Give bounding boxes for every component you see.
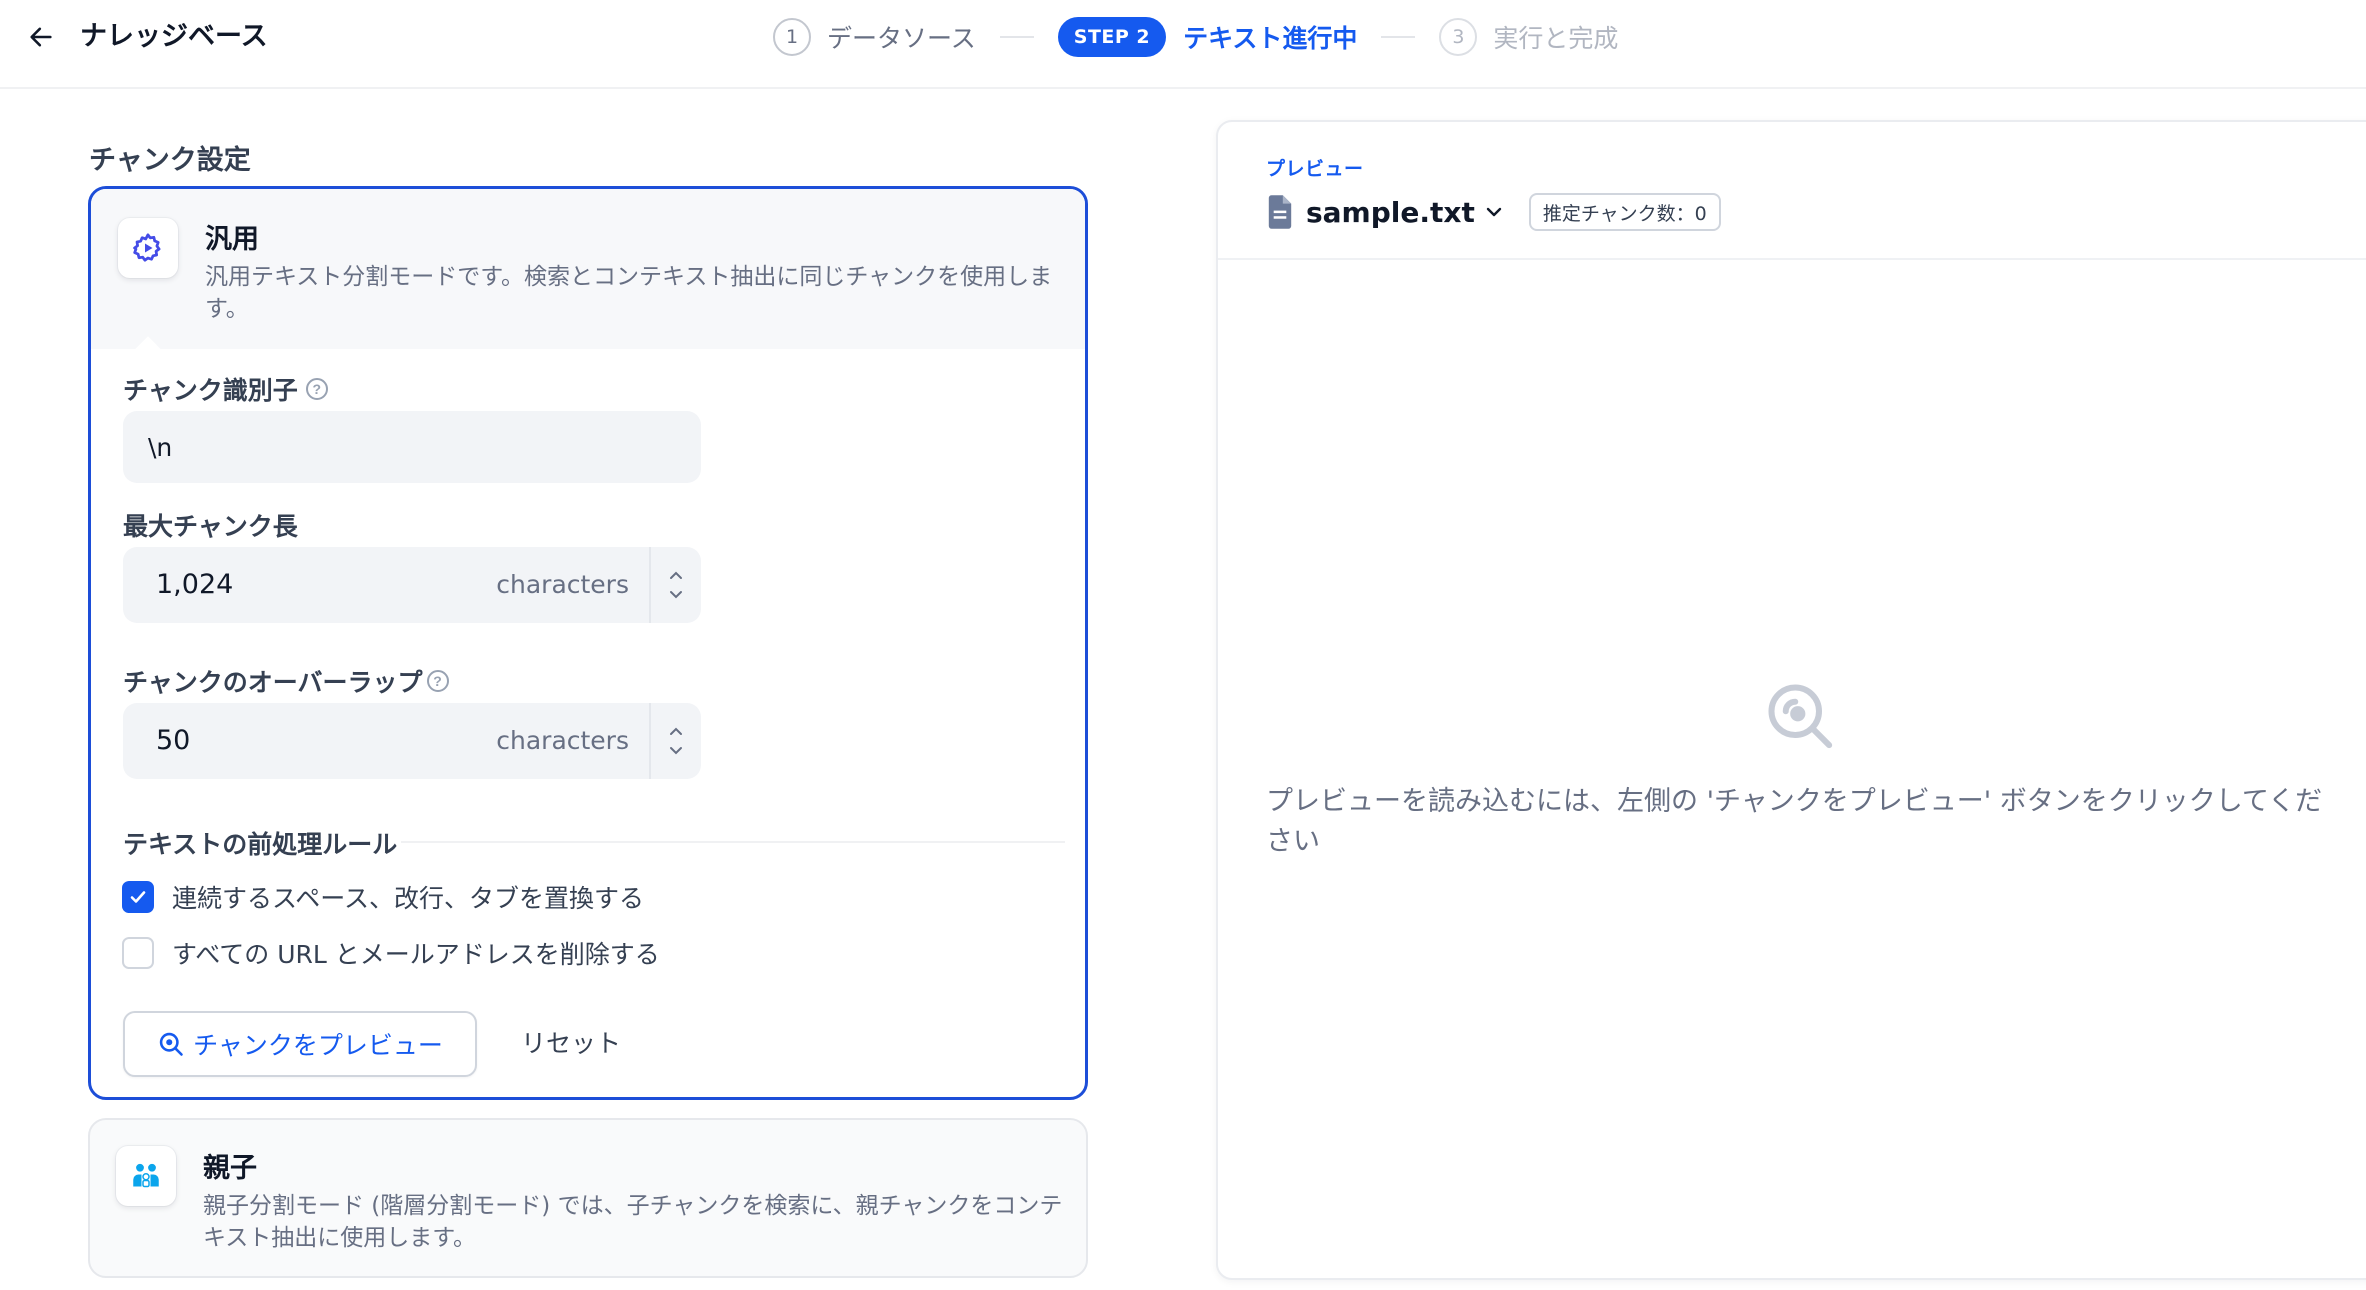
parent-child-mode-description: 親子分割モード (階層分割モード) では、子チャンクを検索に、親チャンクをコンテ…	[203, 1193, 1063, 1251]
search-icon	[1768, 684, 1833, 749]
document-icon	[1268, 195, 1292, 229]
preview-empty-message: プレビューを読み込むには、左側の 'チャンクをプレビュー' ボタンをクリックして…	[1266, 786, 2323, 857]
step-2-badge: STEP 2	[1057, 17, 1167, 57]
help-icon[interactable]: ?	[426, 670, 449, 692]
preview-panel: プレビュー sample.txt 推定チャンク数：0 プレビューを読み込むには、…	[1216, 120, 2366, 1280]
overlap-input[interactable]: 50 characters	[123, 703, 701, 779]
overlap-unit: characters	[496, 726, 629, 755]
delimiter-label-text: チャンク識別子	[123, 376, 298, 405]
step-divider	[999, 36, 1034, 38]
parent-child-icon	[133, 1163, 159, 1188]
max-length-value[interactable]: 1,024	[156, 547, 233, 623]
delimiter-input[interactable]: \n	[123, 411, 701, 483]
max-length-stepper[interactable]	[649, 547, 701, 623]
preview-label: プレビュー	[1266, 158, 1364, 180]
help-icon[interactable]: ?	[305, 378, 328, 400]
chevron-down-icon	[670, 747, 682, 755]
chevron-down-icon	[1486, 207, 1502, 217]
rule-remove-urls[interactable]: すべての URL とメールアドレスを削除する	[122, 935, 660, 971]
parent-child-mode-name: 親子	[203, 1153, 257, 1184]
rule-replace-spaces-label: 連続するスペース、改行、タブを置換する	[172, 884, 645, 913]
overlap-value[interactable]: 50	[156, 703, 190, 779]
parent-child-icon-box	[116, 1146, 176, 1206]
preprocessing-rules-title: テキストの前処理ルール	[123, 830, 398, 859]
preview-chunks-label: チャンクをプレビュー	[193, 1031, 443, 1060]
step-1-label: データソース	[827, 24, 976, 53]
decrement-button[interactable]	[669, 590, 683, 599]
step-1-number: 1	[773, 18, 811, 56]
search-icon	[159, 1032, 183, 1056]
preview-chunks-button[interactable]: チャンクをプレビュー	[123, 1011, 477, 1077]
increment-button[interactable]	[669, 571, 683, 580]
increment-button[interactable]	[669, 727, 683, 736]
general-mode-header[interactable]: 汎用 汎用テキスト分割モードです。検索とコンテキスト抽出に同じチャンクを使用しま…	[91, 189, 1085, 349]
preview-header: プレビュー sample.txt 推定チャンク数：0	[1218, 122, 2366, 260]
general-mode-card[interactable]: 汎用 汎用テキスト分割モードです。検索とコンテキスト抽出に同じチャンクを使用しま…	[88, 186, 1088, 1100]
file-name[interactable]: sample.txt	[1306, 196, 1475, 229]
file-selector[interactable]: sample.txt 推定チャンク数：0	[1266, 192, 1721, 232]
file-dropdown-toggle[interactable]	[1485, 206, 1503, 218]
back-button[interactable]	[22, 18, 60, 56]
chevron-up-icon	[670, 727, 682, 735]
divider	[401, 841, 1065, 843]
rule-remove-urls-checkbox[interactable]	[122, 937, 154, 969]
chunk-settings-title: チャンク設定	[89, 145, 251, 176]
general-mode-description: 汎用テキスト分割モードです。検索とコンテキスト抽出に同じチャンクを使用します。	[205, 264, 1053, 322]
overlap-label: チャンクのオーバーラップ ?	[123, 663, 449, 699]
chevron-up-icon	[670, 571, 682, 579]
check-icon	[130, 891, 146, 903]
step-3-label: 実行と完成	[1493, 24, 1619, 53]
gear-icon	[133, 233, 161, 262]
reset-button[interactable]: リセット	[521, 1011, 621, 1077]
step-indicator: 1 データソース STEP 2 テキスト進行中 3 実行と完成	[773, 16, 1618, 58]
top-bar: ナレッジベース 1 データソース STEP 2 テキスト進行中 3 実行と完成	[0, 0, 2366, 89]
max-length-unit: characters	[496, 570, 629, 599]
knowledge-base-title: ナレッジベース	[80, 21, 268, 52]
rule-remove-urls-label: すべての URL とメールアドレスを削除する	[172, 940, 660, 969]
parent-child-mode-card[interactable]: 親子 親子分割モード (階層分割モード) では、子チャンクを検索に、親チャンクを…	[88, 1118, 1088, 1278]
arrow-left-icon	[30, 27, 52, 47]
step-divider	[1381, 36, 1416, 38]
delimiter-label: チャンク識別子 ?	[123, 371, 328, 407]
max-length-input[interactable]: 1,024 characters	[123, 547, 701, 623]
estimated-chunks-badge: 推定チャンク数：0	[1528, 193, 1721, 231]
general-mode-icon-box	[118, 218, 178, 278]
max-length-label: 最大チャンク長	[123, 512, 298, 541]
chevron-down-icon	[670, 591, 682, 599]
rule-replace-spaces-checkbox[interactable]	[122, 881, 154, 913]
step-3-number: 3	[1439, 18, 1478, 56]
overlap-label-text: チャンクのオーバーラップ	[123, 668, 423, 697]
decrement-button[interactable]	[669, 746, 683, 755]
rule-replace-spaces[interactable]: 連続するスペース、改行、タブを置換する	[122, 879, 644, 915]
overlap-stepper[interactable]	[649, 703, 701, 779]
step-2-label: テキスト進行中	[1183, 24, 1358, 53]
general-mode-name: 汎用	[205, 224, 259, 255]
